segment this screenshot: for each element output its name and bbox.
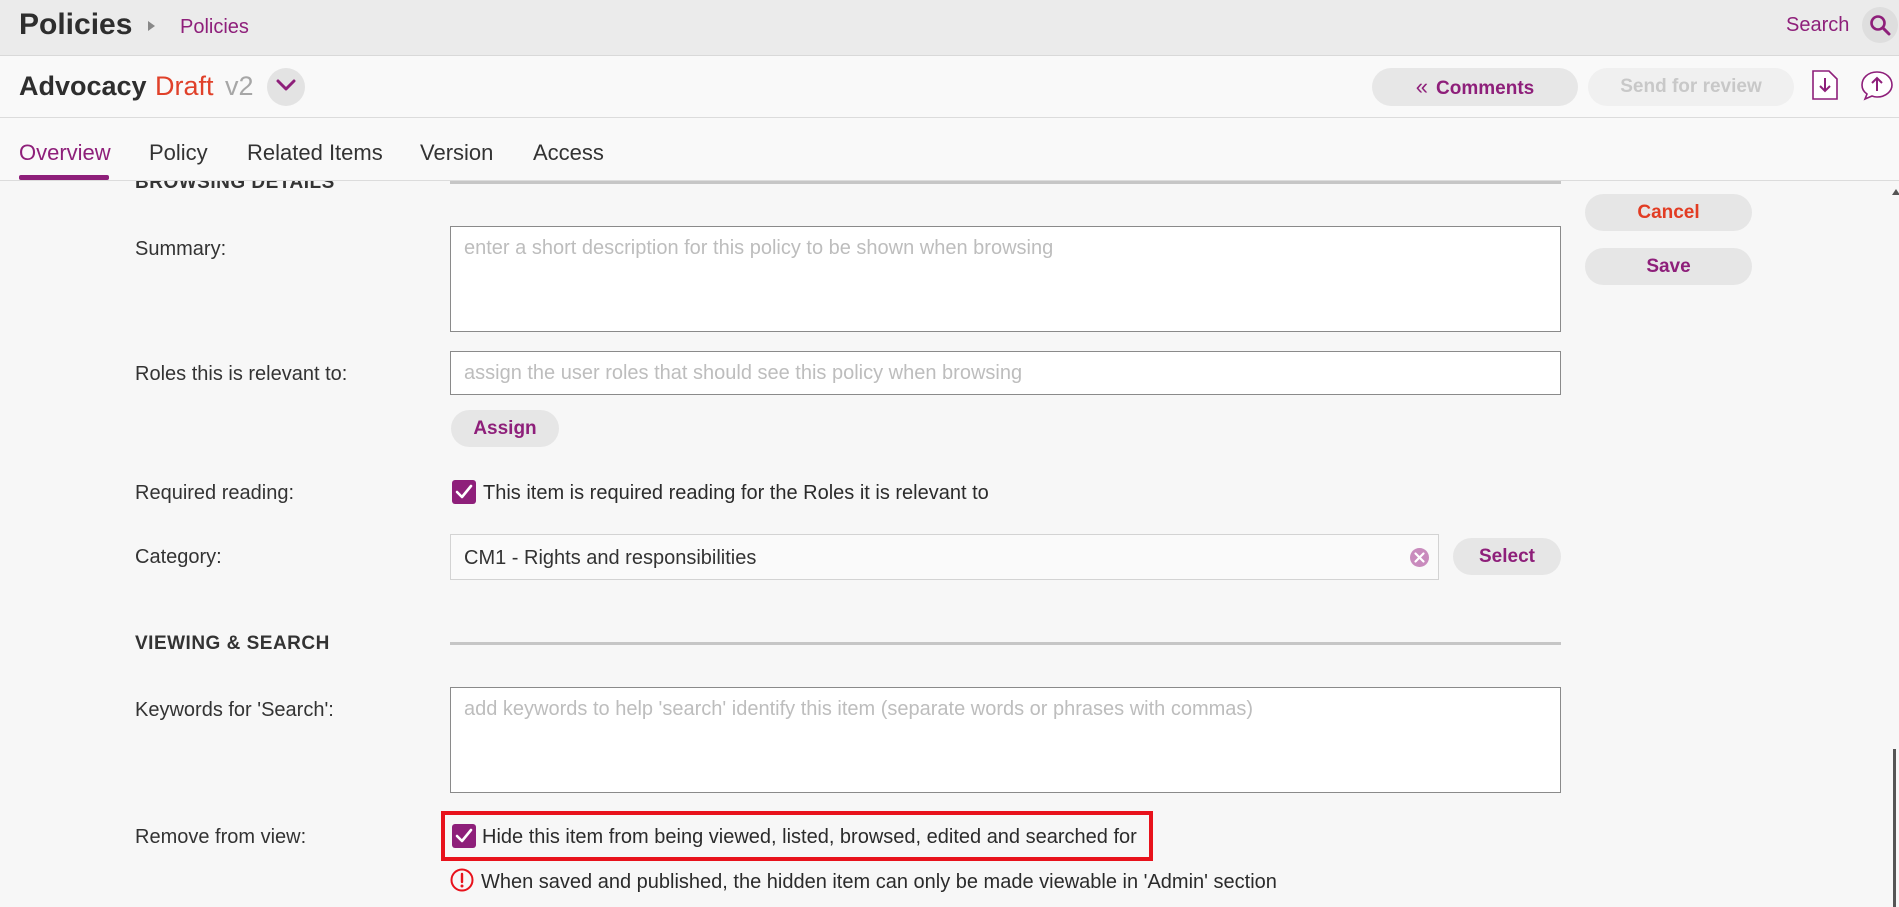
category-input[interactable]: CM1 - Rights and responsibilities <box>450 534 1439 580</box>
required-reading-text: This item is required reading for the Ro… <box>483 482 989 504</box>
form-content: BROWSING DETAILS Cancel Save Summary: en… <box>0 181 1899 907</box>
required-reading-label: Required reading: <box>135 482 294 504</box>
keywords-input[interactable]: add keywords to help 'search' identify t… <box>450 687 1561 793</box>
top-bar: Policies Policies Search <box>0 0 1899 56</box>
chevron-down-icon <box>276 79 296 91</box>
search-label[interactable]: Search <box>1786 14 1849 37</box>
hidden-item-warning: When saved and published, the hidden ite… <box>481 871 1277 893</box>
clear-icon[interactable] <box>1409 547 1430 568</box>
viewing-section-rule <box>450 642 1561 645</box>
browsing-section-title: BROWSING DETAILS <box>135 181 335 193</box>
document-title: Advocacy <box>19 71 147 101</box>
download-icon[interactable] <box>1811 69 1839 101</box>
scrollbar-thumb[interactable] <box>1893 749 1896 907</box>
roles-label: Roles this is relevant to: <box>135 363 348 385</box>
document-version: v2 <box>225 71 254 101</box>
check-icon <box>455 828 473 843</box>
cancel-button[interactable]: Cancel <box>1585 194 1752 231</box>
save-button[interactable]: Save <box>1585 248 1752 285</box>
breadcrumb-separator-icon <box>148 21 155 31</box>
tab-related-items[interactable]: Related Items <box>247 140 383 166</box>
keywords-label: Keywords for 'Search': <box>135 699 334 721</box>
select-category-button[interactable]: Select <box>1453 538 1561 575</box>
breadcrumb-link[interactable]: Policies <box>180 16 249 39</box>
required-reading-checkbox[interactable] <box>452 480 476 504</box>
roles-input[interactable]: assign the user roles that should see th… <box>450 351 1561 395</box>
tab-version[interactable]: Version <box>420 140 493 166</box>
assign-button[interactable]: Assign <box>451 410 559 447</box>
warning-icon <box>450 868 474 892</box>
comments-label: Comments <box>1436 78 1535 99</box>
document-header: Advocacy Draft v2 « Comments Send for rev… <box>0 56 1899 118</box>
double-chevron-left-icon: « <box>1415 74 1429 99</box>
tab-policy[interactable]: Policy <box>149 140 208 166</box>
remove-from-view-label: Remove from view: <box>135 826 307 848</box>
summary-label: Summary: <box>135 238 227 260</box>
hide-item-text: Hide this item from being viewed, listed… <box>482 826 1137 848</box>
app-title: Policies <box>19 8 133 41</box>
active-tab-indicator <box>19 175 109 180</box>
viewing-section-title: VIEWING & SEARCH <box>135 633 330 654</box>
check-icon <box>455 484 473 499</box>
tab-access[interactable]: Access <box>533 140 604 166</box>
tab-bar: Overview Policy Related Items Version Ac… <box>0 118 1899 181</box>
upload-icon[interactable] <box>1859 69 1895 101</box>
document-menu-button[interactable] <box>267 68 305 106</box>
document-status: Draft <box>155 71 214 101</box>
hide-item-checkbox[interactable] <box>452 824 476 848</box>
search-button[interactable] <box>1862 7 1898 43</box>
category-label: Category: <box>135 546 222 568</box>
browsing-section-rule <box>450 181 1561 184</box>
scroll-up-arrow[interactable] <box>1892 189 1899 195</box>
summary-input[interactable]: enter a short description for this polic… <box>450 226 1561 332</box>
tab-overview[interactable]: Overview <box>19 140 111 166</box>
send-for-review-button[interactable]: Send for review <box>1588 68 1794 106</box>
search-icon <box>1870 15 1891 36</box>
comments-button[interactable]: « Comments <box>1372 68 1578 106</box>
